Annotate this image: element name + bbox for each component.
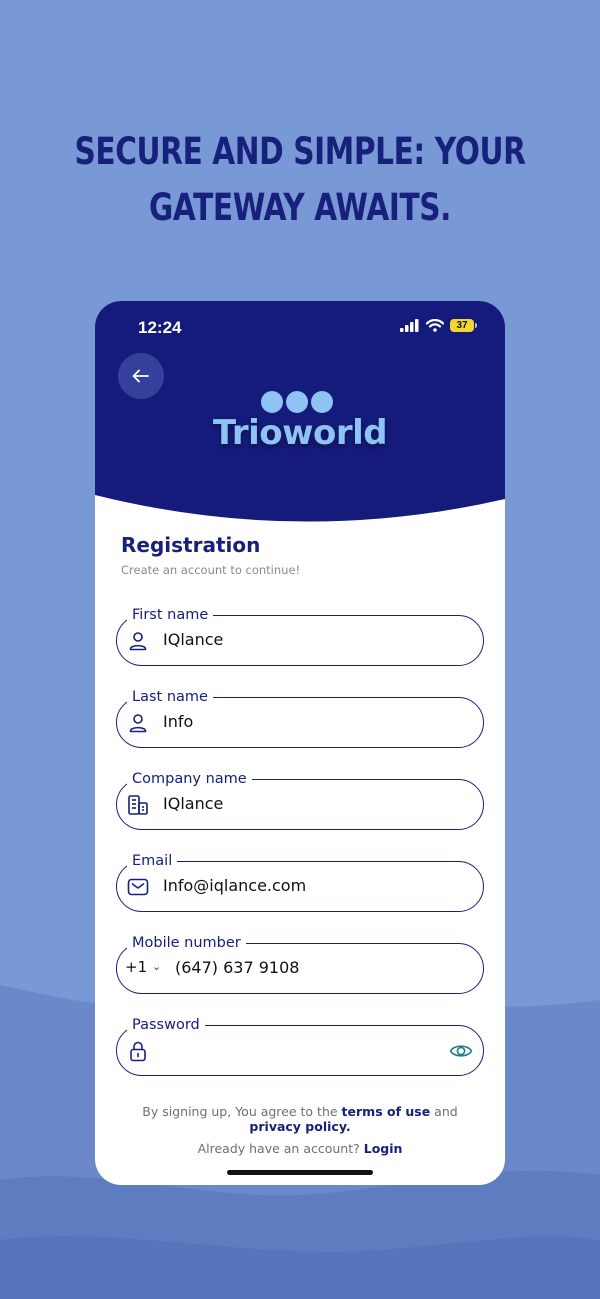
email-input[interactable]: Info@iqlance.com <box>163 876 306 895</box>
arrow-left-icon <box>132 369 149 383</box>
password-label: Password <box>127 1016 205 1034</box>
wifi-icon <box>426 319 444 332</box>
email-label: Email <box>127 852 178 870</box>
chevron-down-icon[interactable]: ⌄ <box>152 960 161 973</box>
email-field[interactable]: Email Info@iqlance.com <box>116 852 484 912</box>
company-name-input[interactable]: IQlance <box>163 794 223 813</box>
mobile-number-label: Mobile number <box>127 934 246 952</box>
building-icon <box>128 795 148 815</box>
privacy-policy-link[interactable]: privacy policy. <box>249 1119 350 1134</box>
eye-icon[interactable] <box>449 1039 473 1063</box>
login-link[interactable]: Login <box>364 1141 403 1156</box>
first-name-label: First name <box>127 606 214 624</box>
battery-level: 37 <box>450 319 474 332</box>
last-name-field[interactable]: Last name Info <box>116 688 484 748</box>
signal-icon <box>400 319 419 332</box>
user-icon <box>129 632 147 651</box>
terms-text: By signing up, You agree to the terms of… <box>95 1104 505 1134</box>
logo-text: Trioworld <box>212 413 388 453</box>
headline: SECURE AND SIMPLE: YOUR GATEWAY AWAITS. <box>60 124 540 236</box>
country-code-selector[interactable]: +1 <box>125 958 147 976</box>
first-name-field[interactable]: First name IQlance <box>116 606 484 666</box>
mobile-number-field[interactable]: Mobile number +1 ⌄ (647) 637 9108 <box>116 934 484 994</box>
lock-icon <box>130 1041 146 1062</box>
app-header: 12:24 37 Trioworld <box>95 301 505 531</box>
phone-screen: 12:24 37 Trioworld Registration Create a… <box>95 301 505 1185</box>
last-name-label: Last name <box>127 688 213 706</box>
last-name-input[interactable]: Info <box>163 712 193 731</box>
mail-icon <box>127 878 149 896</box>
page-title: Registration <box>121 533 261 557</box>
battery-icon: 37 <box>450 319 477 332</box>
login-prefix: Already have an account? <box>197 1141 364 1156</box>
headline-line-1: SECURE AND SIMPLE: YOUR <box>74 130 526 173</box>
terms-of-use-link[interactable]: terms of use <box>342 1104 431 1119</box>
app-logo: Trioworld <box>95 391 505 453</box>
password-field[interactable]: Password <box>116 1016 484 1076</box>
login-prompt: Already have an account? Login <box>95 1141 505 1156</box>
mobile-number-input[interactable]: (647) 637 9108 <box>175 958 299 977</box>
terms-and: and <box>430 1104 458 1119</box>
company-name-field[interactable]: Company name IQlance <box>116 770 484 830</box>
logo-dots <box>95 391 505 413</box>
first-name-input[interactable]: IQlance <box>163 630 223 649</box>
home-indicator <box>227 1170 373 1175</box>
status-time: 12:24 <box>138 318 182 337</box>
company-name-label: Company name <box>127 770 252 788</box>
terms-prefix: By signing up, You agree to the <box>142 1104 342 1119</box>
status-icons: 37 <box>400 319 477 332</box>
user-icon <box>129 714 147 733</box>
page-subtitle: Create an account to continue! <box>121 563 301 577</box>
headline-line-2: GATEWAY AWAITS. <box>148 186 452 229</box>
